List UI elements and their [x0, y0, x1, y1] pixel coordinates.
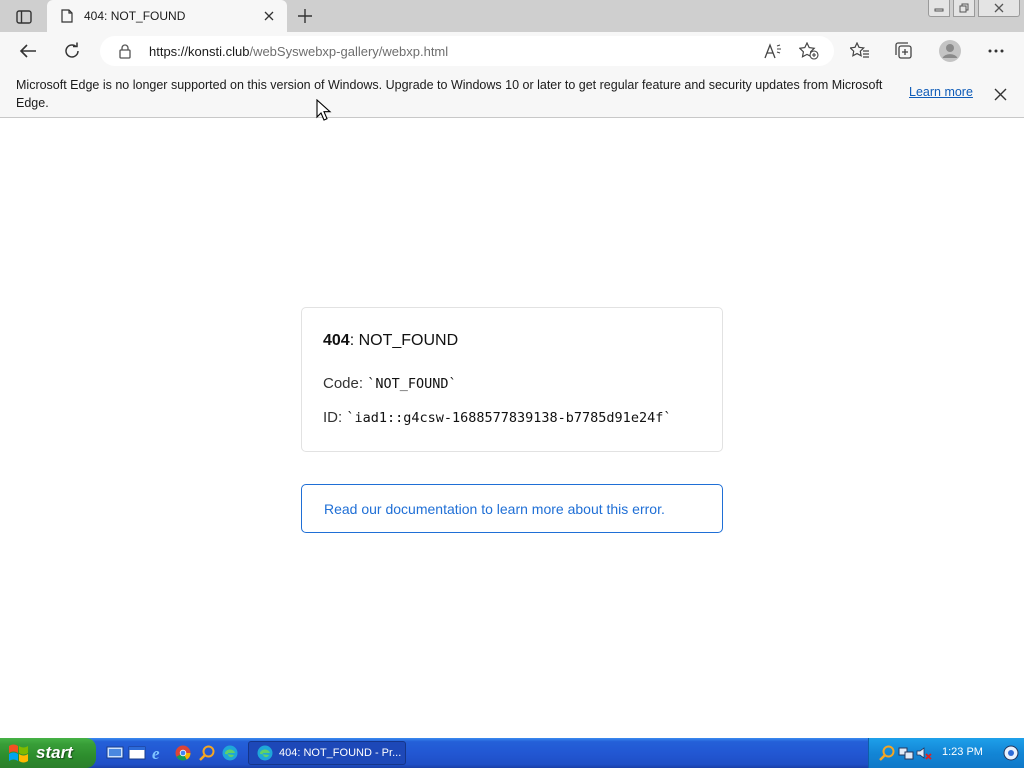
favorites-button[interactable]: [845, 36, 875, 66]
collections-icon: [895, 42, 912, 59]
window-close-button[interactable]: [978, 0, 1020, 17]
settings-menu-button[interactable]: [981, 36, 1011, 66]
error-id-value: `iad1::g4csw-1688577839138-b7785d91e24f`: [346, 410, 672, 426]
tab-actions-button[interactable]: [8, 6, 40, 28]
search-icon: [199, 745, 215, 761]
quicklaunch-edge[interactable]: [221, 744, 239, 762]
url-host: https://konsti.club: [149, 44, 250, 59]
restore-icon: [959, 3, 969, 13]
back-button[interactable]: [13, 36, 43, 66]
taskbar-edge-window[interactable]: 404: NOT_FOUND - Pr...: [248, 741, 406, 765]
notification-icon[interactable]: [1003, 745, 1019, 761]
tab-close-button[interactable]: [259, 6, 279, 26]
close-icon: [994, 3, 1004, 13]
more-icon: [988, 49, 1004, 53]
restore-button[interactable]: [953, 0, 975, 17]
read-aloud-button[interactable]: [761, 40, 785, 62]
system-tray: 1:23 PM: [868, 738, 1024, 768]
favorites-icon: [850, 42, 869, 58]
error-heading: 404: NOT_FOUND: [323, 332, 458, 350]
mouse-cursor-icon: [316, 99, 332, 121]
documentation-link[interactable]: Read our documentation to learn more abo…: [301, 484, 723, 533]
error-status-code: 404: [323, 332, 350, 349]
taskbar: start e 404: NOT_FOUND - Pr... 1:23 PM: [0, 738, 1024, 768]
close-icon: [264, 11, 274, 21]
taskbar-window-title: 404: NOT_FOUND - Pr...: [279, 747, 402, 759]
edge-icon: [222, 745, 238, 761]
tab-actions-icon: [16, 10, 32, 24]
quicklaunch-search[interactable]: [198, 744, 216, 762]
lock-icon[interactable]: [117, 43, 133, 59]
quicklaunch-explorer[interactable]: [128, 744, 146, 762]
infobar-message: Microsoft Edge is no longer supported on…: [16, 78, 883, 110]
collections-button[interactable]: [889, 36, 919, 66]
url-path: /webSyswebxp-gallery/webxp.html: [249, 44, 449, 59]
chrome-icon: [175, 745, 191, 761]
new-tab-button[interactable]: [293, 5, 317, 27]
search-icon[interactable]: [879, 745, 895, 761]
error-status-text: : NOT_FOUND: [349, 332, 459, 349]
learn-more-link[interactable]: Learn more: [909, 85, 973, 99]
add-favorite-button[interactable]: [797, 40, 821, 62]
svg-text:e: e: [152, 744, 160, 762]
profile-button[interactable]: [935, 36, 965, 66]
volume-muted-icon[interactable]: [916, 745, 932, 761]
address-bar[interactable]: https://konsti.club/webSyswebxp-gallery/…: [100, 36, 834, 66]
error-code-label: Code:: [323, 375, 368, 392]
error-card: 404: NOT_FOUND Code: `NOT_FOUND` ID: `ia…: [301, 307, 723, 452]
edge-icon: [257, 745, 273, 761]
star-add-icon: [799, 42, 819, 60]
windows-logo-icon: [9, 744, 28, 763]
tab-strip: 404: NOT_FOUND: [0, 0, 1024, 32]
avatar-icon: [939, 40, 961, 62]
error-id-label: ID:: [323, 409, 347, 426]
refresh-icon: [65, 42, 79, 58]
active-tab[interactable]: 404: NOT_FOUND: [47, 0, 287, 32]
back-arrow-icon: [19, 44, 36, 58]
read-aloud-icon: [764, 43, 781, 59]
error-code-row: Code: `NOT_FOUND`: [323, 375, 457, 392]
minimize-button[interactable]: [928, 0, 950, 17]
network-icon[interactable]: [898, 745, 914, 761]
start-label: start: [36, 743, 73, 762]
plus-icon: [298, 9, 312, 23]
minimize-icon: [934, 8, 944, 12]
close-icon: [994, 88, 1006, 100]
documentation-link-label: Read our documentation to learn more abo…: [324, 501, 665, 517]
error-code-value: `NOT_FOUND`: [367, 376, 457, 392]
unsupported-os-infobar: Microsoft Edge is no longer supported on…: [0, 70, 1024, 118]
browser-toolbar: https://konsti.club/webSyswebxp-gallery/…: [0, 32, 1024, 70]
refresh-button[interactable]: [57, 36, 87, 66]
tab-title: 404: NOT_FOUND: [84, 9, 186, 23]
error-id-row: ID: `iad1::g4csw-1688577839138-b7785d91e…: [323, 409, 671, 426]
clock: 1:23 PM: [942, 746, 983, 758]
url-text[interactable]: https://konsti.club/webSyswebxp-gallery/…: [149, 44, 448, 59]
page-icon: [59, 8, 75, 24]
infobar-close-button[interactable]: [990, 84, 1010, 104]
quicklaunch-desktop[interactable]: [106, 744, 124, 762]
quicklaunch-chrome[interactable]: [174, 744, 192, 762]
quicklaunch-ie[interactable]: e: [150, 744, 168, 762]
window-icon: [128, 746, 146, 760]
internet-explorer-icon: e: [152, 744, 160, 762]
start-button[interactable]: start: [0, 738, 96, 768]
show-desktop-icon: [106, 746, 124, 759]
